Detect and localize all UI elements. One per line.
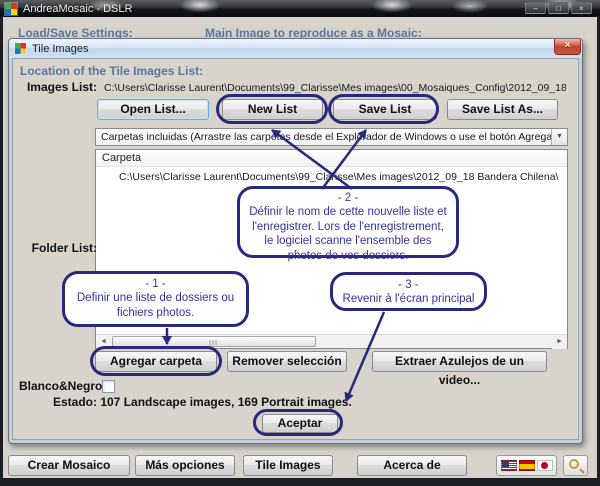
blanco-negro-label: Blanco&Negro:: [19, 379, 97, 393]
save-list-button[interactable]: Save List: [333, 99, 437, 120]
close-button[interactable]: ×: [571, 2, 592, 14]
scroll-right-icon[interactable]: ►: [552, 335, 567, 349]
callout-3-title: - 3 -: [341, 278, 476, 292]
folder-list-label: Folder List:: [15, 241, 97, 255]
app-window: AndreaMosaic - DSLR – □ × Load/Save Sett…: [0, 0, 600, 486]
acerca-de-button[interactable]: Acerca de: [357, 455, 467, 476]
scroll-left-icon[interactable]: ◄: [96, 335, 111, 349]
window-titlebar: AndreaMosaic - DSLR – □ ×: [0, 0, 600, 17]
scrollbar-grip-icon: [210, 340, 219, 345]
dialog-title: Tile Images: [32, 43, 88, 55]
status-text: Estado: 107 Landscape images, 169 Portra…: [53, 395, 352, 409]
callout-1-title: - 1 -: [73, 277, 238, 291]
scrollbar-thumb[interactable]: [112, 336, 316, 347]
callout-2-title: - 2 -: [248, 191, 448, 205]
folder-list-row[interactable]: C:\Users\Clarisse Laurent\Documents\99_C…: [119, 171, 559, 183]
remover-seleccion-button[interactable]: Remover selección: [227, 351, 347, 372]
callout-3-text: Revenir à l'écran principal: [341, 292, 476, 306]
japan-flag-icon: [537, 460, 553, 471]
callout-step-3: - 3 - Revenir à l'écran principal: [330, 272, 487, 311]
blanco-negro-checkbox[interactable]: [102, 380, 115, 393]
dialog-titlebar[interactable]: Tile Images: [9, 39, 582, 58]
magnifier-icon: [569, 459, 579, 469]
new-list-button[interactable]: New List: [222, 99, 323, 120]
minimize-button[interactable]: –: [525, 2, 546, 14]
callout-2-text: Définir le nom de cette nouvelle liste e…: [248, 205, 448, 263]
images-list-label: Images List:: [15, 80, 97, 94]
spain-flag-icon: [519, 460, 535, 471]
callout-1-text: Definir une liste de dossiers ou fichier…: [73, 291, 238, 320]
us-flag-icon: [501, 460, 517, 471]
extraer-azulejos-button[interactable]: Extraer Azulejos de un video...: [372, 351, 547, 372]
location-header: Location of the Tile Images List:: [20, 64, 203, 78]
callout-step-1: - 1 - Definir une liste de dossiers ou f…: [62, 271, 249, 327]
chevron-down-icon[interactable]: ▼: [551, 129, 567, 145]
dialog-close-button[interactable]: ×: [554, 39, 581, 55]
tile-images-button[interactable]: Tile Images: [243, 455, 333, 476]
folder-mode-select[interactable]: Carpetas incluidas (Arrastre las carpeta…: [95, 128, 568, 146]
images-list-path: C:\Users\Clarisse Laurent\Documents\99_C…: [104, 82, 566, 94]
callout-step-2: - 2 - Définir le nom de cette nouvelle l…: [237, 186, 459, 258]
save-list-as-button[interactable]: Save List As...: [447, 99, 558, 120]
aceptar-button[interactable]: Aceptar: [262, 414, 338, 433]
crear-mosaico-button[interactable]: Crear Mosaico: [8, 455, 130, 476]
open-list-button[interactable]: Open List...: [97, 99, 209, 120]
agregar-carpeta-button[interactable]: Agregar carpeta: [95, 351, 217, 372]
horizontal-scrollbar[interactable]: ◄ ►: [96, 334, 567, 348]
maximize-button[interactable]: □: [548, 2, 569, 14]
language-selector-button[interactable]: [496, 455, 557, 476]
zoom-button[interactable]: [563, 455, 588, 476]
window-title: AndreaMosaic - DSLR: [23, 3, 132, 15]
andreamosaic-app-icon: [5, 3, 17, 15]
mas-opciones-button[interactable]: Más opciones: [135, 455, 235, 476]
folder-column-header[interactable]: Carpeta: [96, 150, 567, 167]
tile-images-dialog-icon: [15, 43, 26, 54]
